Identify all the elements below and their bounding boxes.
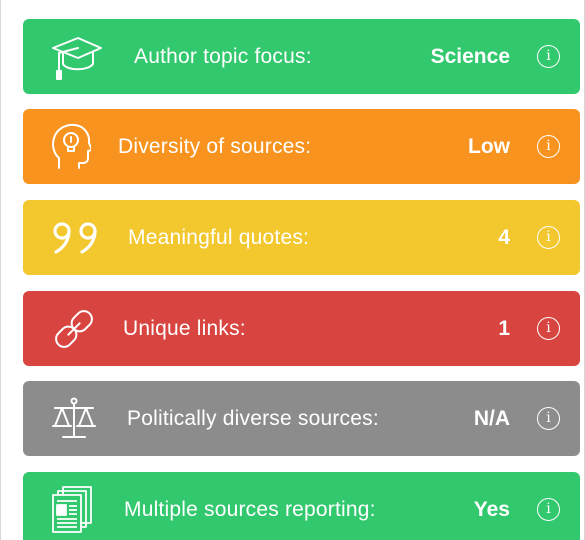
row-value: Yes: [473, 497, 510, 521]
row-label: Unique links:: [123, 316, 246, 340]
quote-icon: [51, 200, 107, 275]
row-value: Science: [430, 44, 510, 68]
row-author-topic-focus: Author topic focus: Science i: [23, 19, 580, 94]
info-icon[interactable]: i: [537, 406, 560, 430]
row-label: Author topic focus:: [134, 44, 312, 68]
row-politically-diverse-sources: Politically diverse sources: N/A i: [23, 381, 580, 456]
lightbulb-head-icon: [51, 109, 91, 184]
row-label: Meaningful quotes:: [128, 225, 310, 249]
info-icon[interactable]: i: [537, 225, 560, 249]
row-unique-links: Unique links: 1 i: [23, 291, 580, 366]
row-diversity-of-sources: Diversity of sources: Low i: [23, 109, 580, 184]
info-icon[interactable]: i: [537, 134, 560, 158]
row-label: Multiple sources reporting:: [124, 497, 376, 521]
row-meaningful-quotes: Meaningful quotes: 4 i: [23, 200, 580, 275]
link-icon: [51, 291, 97, 366]
balance-scale-icon: [51, 381, 97, 456]
newspaper-icon: [51, 472, 93, 540]
row-label: Diversity of sources:: [118, 134, 312, 158]
row-label: Politically diverse sources:: [127, 406, 379, 430]
row-value: 1: [498, 316, 510, 340]
info-icon[interactable]: i: [537, 497, 560, 521]
row-value: N/A: [473, 406, 510, 430]
content-score-panel: Author topic focus: Science i Diversity …: [0, 0, 585, 540]
info-icon[interactable]: i: [537, 44, 560, 68]
row-multiple-sources-reporting: Multiple sources reporting: Yes i: [23, 472, 580, 540]
graduation-cap-icon: [51, 19, 103, 94]
row-value: 4: [498, 225, 510, 249]
row-value: Low: [468, 134, 510, 158]
info-icon[interactable]: i: [537, 316, 560, 340]
